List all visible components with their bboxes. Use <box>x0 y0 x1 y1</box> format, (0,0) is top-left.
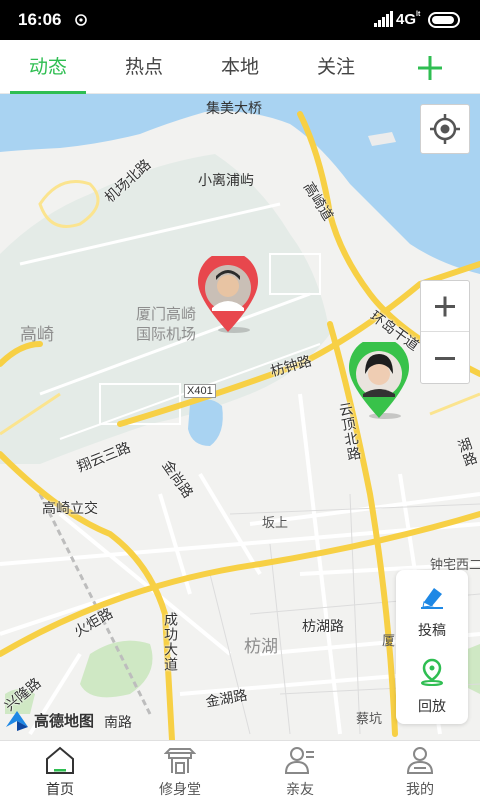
road-label-chenggong: 成功大道 <box>162 612 178 672</box>
zoom-control <box>420 280 470 384</box>
locate-button[interactable] <box>420 104 470 154</box>
airport-name-line2: 国际机场 <box>136 325 197 343</box>
map-label-banshang: 坂上 <box>262 516 289 531</box>
map-provider-logo: 高德地图 <box>4 708 94 732</box>
nav-home[interactable]: 首页 <box>0 741 120 800</box>
replay-label: 回放 <box>418 699 446 715</box>
network-type: 4G <box>396 11 417 28</box>
amap-logo-icon <box>6 711 28 731</box>
status-bar: 16:06 4Glt <box>0 0 480 40</box>
bottom-nav-bar: 首页 修身堂 亲友 我的 <box>0 740 480 800</box>
tab-guanzhu[interactable]: 关注 <box>296 40 376 94</box>
green-pin-marker <box>349 337 409 419</box>
road-label-nan: 南路 <box>104 715 132 731</box>
side-action-panel: 投稿 回放 <box>396 570 468 724</box>
zoom-in-button[interactable] <box>421 281 469 332</box>
map-label-gaoqi: 高崎 <box>20 325 54 345</box>
red-pin-marker <box>198 251 258 333</box>
nav-friends[interactable]: 亲友 <box>240 741 360 800</box>
nav-profile-label: 我的 <box>406 782 434 798</box>
nav-home-label: 首页 <box>46 782 74 798</box>
tab-label: 动态 <box>28 56 67 78</box>
profile-icon <box>406 747 434 774</box>
post-button[interactable]: 投稿 <box>396 574 468 646</box>
tab-label: 本地 <box>220 56 259 78</box>
red-pin[interactable] <box>196 251 260 334</box>
signal-icon <box>374 11 393 27</box>
pavilion-icon <box>164 748 196 774</box>
map-label-bridge: 集美大桥 <box>206 101 262 117</box>
replay-button[interactable]: 回放 <box>396 650 468 722</box>
road-label-gaoqi-lijiao: 高崎立交 <box>42 501 98 517</box>
network-subtype: lt <box>416 11 421 18</box>
tab-dongtai[interactable]: 动态 <box>8 40 88 94</box>
home-icon <box>46 746 74 774</box>
zoom-out-button[interactable] <box>421 333 469 384</box>
route-badge: X401 <box>184 384 216 398</box>
map-view[interactable]: 集美大桥 小离浦屿 高崎 厦门高崎 国际机场 坂上 枋湖 蔡坑 钟宅西二 厦门市… <box>0 94 480 740</box>
road-label-fanghu: 枋湖路 <box>302 619 344 635</box>
zoom-out-icon <box>435 357 455 360</box>
crosshair-icon <box>430 114 460 144</box>
status-time: 16:06 <box>18 10 62 29</box>
battery-icon <box>428 12 460 28</box>
tab-bendi[interactable]: 本地 <box>200 40 280 94</box>
amap-logo-text: 高德地图 <box>34 711 95 730</box>
nav-friends-label: 亲友 <box>286 782 314 798</box>
green-pin[interactable] <box>347 337 411 420</box>
network-indicator: 4Glt <box>396 11 420 28</box>
compose-icon <box>421 588 443 609</box>
tab-label: 关注 <box>316 56 355 78</box>
airport-name-line1: 厦门高崎 <box>136 305 197 323</box>
location-pin-icon <box>421 658 443 686</box>
map-label-fanghu: 枋湖 <box>244 637 278 657</box>
nav-xiushentang-label: 修身堂 <box>159 782 201 798</box>
plus-icon[interactable] <box>410 48 450 88</box>
map-label-xiaolipuyu: 小离浦屿 <box>198 173 254 189</box>
map-label-caikeng: 蔡坑 <box>356 712 383 727</box>
friends-icon <box>284 747 314 774</box>
top-tab-bar: 动态 热点 本地 关注 <box>0 40 480 94</box>
tab-label: 热点 <box>124 56 163 78</box>
nav-profile[interactable]: 我的 <box>360 741 480 800</box>
sync-icon <box>75 14 87 26</box>
tab-redian[interactable]: 热点 <box>104 40 184 94</box>
post-label: 投稿 <box>418 623 446 639</box>
zoom-in-icon <box>435 296 455 317</box>
map-label-airport: 厦门高崎 国际机场 <box>136 304 196 344</box>
nav-xiushentang[interactable]: 修身堂 <box>120 741 240 800</box>
